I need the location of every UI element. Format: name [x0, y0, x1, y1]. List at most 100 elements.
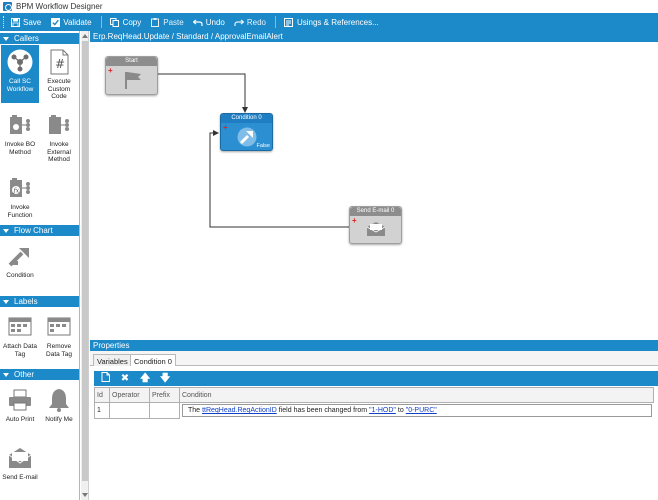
condition-node-icon — [237, 127, 257, 147]
cell-prefix[interactable] — [149, 402, 180, 419]
flowchart-section-header[interactable]: Flow Chart — [0, 225, 79, 236]
callers-section-header[interactable]: Callers — [0, 33, 79, 44]
section-title: Labels — [14, 297, 38, 306]
invoke-external-icon — [46, 112, 72, 138]
tool-auto-print[interactable]: Auto Print — [1, 383, 39, 433]
toolbar-grip[interactable] — [3, 16, 6, 28]
expand-icon[interactable]: + — [352, 217, 357, 225]
field-link[interactable]: ttReqHead.ReqActionID — [202, 407, 277, 414]
copy-button[interactable]: Copy — [110, 17, 142, 27]
usings-references-button[interactable]: Usings & References... — [284, 17, 379, 27]
tool-remove-data-tag[interactable]: Remove Data Tag — [40, 310, 78, 366]
svg-text:fx: fx — [13, 188, 20, 195]
collapse-icon — [3, 372, 9, 377]
tool-invoke-function[interactable]: fx Invoke Function — [1, 171, 39, 229]
tool-label: Send E-mail — [2, 474, 38, 481]
from-value-link[interactable]: "1-HOD" — [369, 407, 396, 414]
tool-attach-data-tag[interactable]: Attach Data Tag — [1, 310, 39, 366]
copy-icon — [110, 17, 120, 27]
tool-label: Execute Custom Code — [47, 78, 71, 100]
printer-icon — [7, 387, 33, 413]
workflow-icon — [7, 49, 33, 75]
palette-scrollbar[interactable] — [81, 31, 89, 500]
collapse-icon — [3, 299, 9, 304]
tool-send-email[interactable]: Send E-mail — [1, 441, 39, 497]
collapse-icon — [3, 228, 9, 233]
checkbox-icon — [50, 17, 60, 27]
condition-expression[interactable]: The ttReqHead.ReqActionID field has been… — [182, 404, 652, 418]
save-icon — [10, 17, 20, 27]
to-value-link[interactable]: "0-PURC" — [406, 407, 437, 414]
paste-button[interactable]: Paste — [150, 17, 184, 27]
node-title: Start — [106, 57, 157, 66]
section-title: Other — [14, 370, 35, 379]
condition-toolbar: ✖ 🡅 🡇 — [94, 371, 658, 386]
validate-button[interactable]: Validate — [50, 17, 92, 27]
expand-icon[interactable]: + — [108, 67, 113, 75]
tool-condition[interactable]: Condition — [1, 239, 39, 287]
column-header-id[interactable]: Id — [94, 387, 110, 403]
undo-label: Undo — [205, 17, 225, 27]
email-node-icon — [366, 222, 386, 236]
invoke-function-icon: fx — [7, 175, 33, 201]
scroll-up-icon[interactable] — [82, 34, 88, 38]
tool-call-sc-workflow[interactable]: Call SC Workflow — [1, 45, 39, 103]
redo-button[interactable]: Redo — [234, 17, 266, 27]
cell-id: 1 — [94, 402, 110, 419]
copy-label: Copy — [122, 17, 142, 27]
properties-tabs: Variables Condition 0 — [90, 351, 658, 367]
column-header-prefix[interactable]: Prefix — [149, 387, 180, 403]
tool-label: Condition — [6, 272, 34, 279]
cell-condition: The ttReqHead.ReqActionID field has been… — [180, 403, 654, 419]
node-condition[interactable]: Condition 0 + False — [220, 113, 273, 151]
attach-tag-icon — [7, 314, 33, 340]
references-icon — [284, 17, 294, 27]
tool-notify-me[interactable]: Notify Me — [40, 383, 78, 433]
table-row[interactable]: 1 The ttReqHead.ReqActionID field has be… — [94, 402, 654, 419]
column-header-operator[interactable]: Operator — [109, 387, 150, 403]
tool-invoke-bo-method[interactable]: Invoke BO Method — [1, 108, 39, 166]
expand-icon[interactable]: + — [223, 124, 228, 132]
save-button[interactable]: Save — [10, 17, 41, 27]
tool-invoke-external-method[interactable]: Invoke External Method — [40, 108, 78, 166]
node-send-email[interactable]: Send E-mail 0 + — [349, 206, 402, 244]
bell-icon — [46, 387, 72, 413]
app-icon — [3, 2, 12, 11]
other-section-header[interactable]: Other — [0, 369, 79, 380]
flag-icon — [125, 72, 141, 89]
undo-icon — [192, 17, 203, 27]
condition-text: to — [397, 407, 404, 415]
move-up-icon[interactable]: 🡅 — [140, 373, 150, 384]
tool-label: Invoke External Method — [47, 141, 71, 163]
move-down-icon[interactable]: 🡇 — [160, 373, 170, 384]
window-title: BPM Workflow Designer — [16, 2, 103, 11]
invoke-bo-icon — [7, 112, 33, 138]
tool-label: Invoke BO Method — [4, 141, 36, 156]
branch-false-label: False — [256, 143, 270, 149]
email-icon — [7, 445, 33, 471]
save-label: Save — [23, 17, 42, 27]
svg-text:#: # — [55, 57, 65, 71]
workflow-canvas[interactable]: Start + Condition 0 + False Send E-mail … — [90, 42, 658, 338]
main-toolbar: Save Validate Copy Paste Undo Redo Using… — [0, 13, 658, 31]
new-condition-icon[interactable] — [100, 372, 110, 385]
labels-section-header[interactable]: Labels — [0, 296, 79, 307]
validate-label: Validate — [63, 17, 92, 27]
cell-operator[interactable] — [109, 402, 150, 419]
undo-button[interactable]: Undo — [192, 17, 225, 27]
tool-execute-custom-code[interactable]: # Execute Custom Code — [40, 45, 78, 103]
delete-icon[interactable]: ✖ — [120, 373, 130, 384]
properties-panel: ✖ 🡅 🡇 Id Operator Prefix Condition 1 The… — [90, 366, 658, 500]
condition-icon — [7, 243, 33, 269]
node-start[interactable]: Start + — [105, 56, 158, 95]
toolbar-separator — [274, 16, 276, 28]
section-title: Callers — [14, 34, 39, 43]
breadcrumb: Erp.ReqHead.Update / Standard / Approval… — [90, 31, 658, 42]
condition-text: field has been changed from — [278, 407, 368, 415]
column-header-condition[interactable]: Condition — [179, 387, 654, 403]
tab-variables[interactable]: Variables — [93, 354, 132, 366]
tool-label: Remove Data Tag — [46, 343, 72, 358]
condition-grid: Id Operator Prefix Condition 1 The ttReq… — [94, 387, 654, 419]
scrollbar-thumb[interactable] — [82, 41, 88, 481]
scroll-down-icon[interactable] — [82, 493, 88, 497]
